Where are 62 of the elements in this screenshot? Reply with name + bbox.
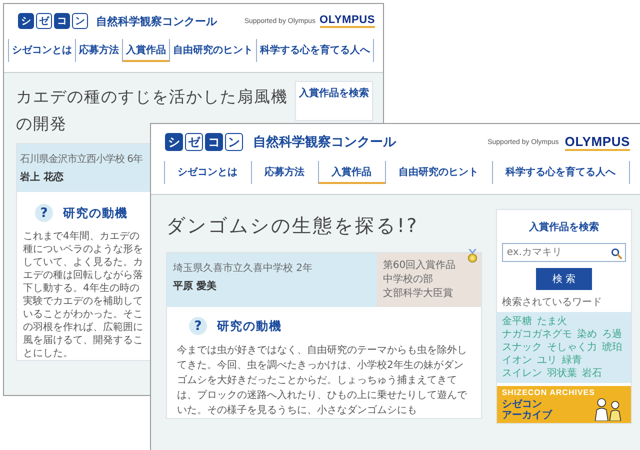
logo-letter: ゼ bbox=[36, 13, 52, 29]
medal-icon bbox=[466, 249, 478, 263]
keyword-link[interactable]: 琥珀 bbox=[602, 341, 622, 354]
paragraph: 今までは虫が好きではなく、自由研究のテーマからも虫を除外してきた。今回、虫を調べたきっかけは、小学校2年生の妹がダンゴムシを大好きだったことからだ。しょっちゅう捕まえてきては、ブロックの迷路へ入れたり、ひもの上に乗せたりして遊んでいた。その様子を見るうちに、小さなダンゴムシにも bbox=[177, 344, 468, 418]
sponsor-logo: OLYMPUS bbox=[320, 14, 375, 28]
nav-link[interactable]: 科学する心を育てる人へ bbox=[492, 161, 630, 184]
question-icon: ? bbox=[189, 317, 207, 335]
paragraph: これまで4年間、カエデの種についペラのような形をしていて、よく見るた。カエデの種は回転しながら落下し動する。4年生の時の実験でカエデのを補助していることがわかった。そこの羽根を作れば、広範囲に風を届けるて、開発することにした。 bbox=[23, 230, 144, 360]
article-title: カエデの種のすじを活かした扇風機の開発 bbox=[16, 86, 289, 135]
logo-letter: コ bbox=[205, 133, 223, 151]
keyword-link[interactable]: 金平糖 bbox=[502, 315, 532, 328]
nav-link[interactable]: 応募方法 bbox=[250, 161, 318, 184]
keyword-link[interactable]: ナガコガネグモ bbox=[502, 328, 572, 341]
keyword-link[interactable]: 羽状葉 bbox=[546, 367, 577, 380]
nav-link[interactable]: 自由研究のヒント bbox=[384, 161, 492, 184]
logo-letter: コ bbox=[54, 13, 70, 29]
search-icon bbox=[611, 248, 622, 259]
nav-link[interactable]: シゼコンとは bbox=[8, 39, 75, 62]
school-name: 石川県金沢市立西小学校 6年 bbox=[20, 152, 143, 166]
site-title: 自然科学観察コンクール bbox=[253, 134, 396, 151]
nav-link[interactable]: シゼコンとは bbox=[164, 161, 250, 184]
school-name: 埼玉県久喜市立久喜中学校 2年 bbox=[173, 262, 313, 275]
popular-words-label: 検索されているワード bbox=[502, 296, 603, 309]
keyword-link[interactable]: イオン bbox=[502, 354, 532, 367]
search-button[interactable]: 検 索 bbox=[536, 268, 592, 290]
logo-letter: シ bbox=[18, 13, 34, 29]
logo-letter: ン bbox=[72, 13, 88, 29]
logo-letter: シ bbox=[165, 133, 183, 151]
archive-title: シゼコン bbox=[502, 399, 542, 410]
keyword-link[interactable]: そしゃく力 bbox=[546, 341, 597, 354]
nav-link[interactable]: 入賞作品 bbox=[318, 161, 384, 184]
site-title: 自然科学観察コンクール bbox=[96, 14, 217, 28]
archive-subtitle: アーカイブ bbox=[502, 410, 552, 421]
author-name: 岩上 花恋 bbox=[20, 170, 64, 184]
section-heading: 研究の動機 bbox=[217, 318, 282, 334]
keyword-link[interactable]: たま火 bbox=[536, 315, 567, 328]
section-heading: 研究の動機 bbox=[63, 204, 128, 222]
nav-link[interactable]: 入賞作品 bbox=[122, 39, 169, 62]
archive-label: SHIZECON ARCHIVES bbox=[502, 388, 596, 397]
keyword-link[interactable]: スナック bbox=[502, 341, 542, 354]
article-title: ダンゴムシの生態を探る!? bbox=[166, 214, 420, 239]
keyword-link[interactable]: 染め bbox=[576, 328, 597, 341]
keyword-link[interactable]: ユリ bbox=[536, 354, 557, 367]
logo-letter: ン bbox=[225, 133, 243, 151]
award-text: 文部科学大臣賞 bbox=[382, 287, 454, 301]
award-text: 第60回入賞作品 bbox=[382, 259, 457, 273]
keyword-link[interactable]: ろ過 bbox=[602, 328, 622, 341]
sponsor-logo: OLYMPUS bbox=[564, 134, 630, 150]
author-name: 平原 愛美 bbox=[173, 279, 216, 293]
nav-link[interactable]: 応募方法 bbox=[75, 39, 122, 62]
nav-link[interactable]: 自由研究のヒント bbox=[169, 39, 256, 62]
award-text: 中学校の部 bbox=[382, 273, 434, 287]
question-icon: ? bbox=[35, 204, 53, 222]
logo-letter: ゼ bbox=[185, 133, 203, 151]
search-title: 入賞作品を検索 bbox=[298, 86, 370, 100]
keyword-link[interactable]: 緑青 bbox=[562, 354, 582, 367]
keyword-link[interactable]: スイレン bbox=[502, 367, 542, 380]
keyword-link[interactable]: 岩石 bbox=[582, 367, 602, 380]
search-field[interactable]: ex.カマキリ bbox=[502, 243, 626, 262]
nav-link[interactable]: 科学する心を育てる人へ bbox=[256, 39, 374, 62]
archive-banner[interactable]: SHIZECON ARCHIVES シゼコン アーカイブ bbox=[496, 386, 631, 423]
search-title: 入賞作品を検索 bbox=[528, 220, 600, 234]
